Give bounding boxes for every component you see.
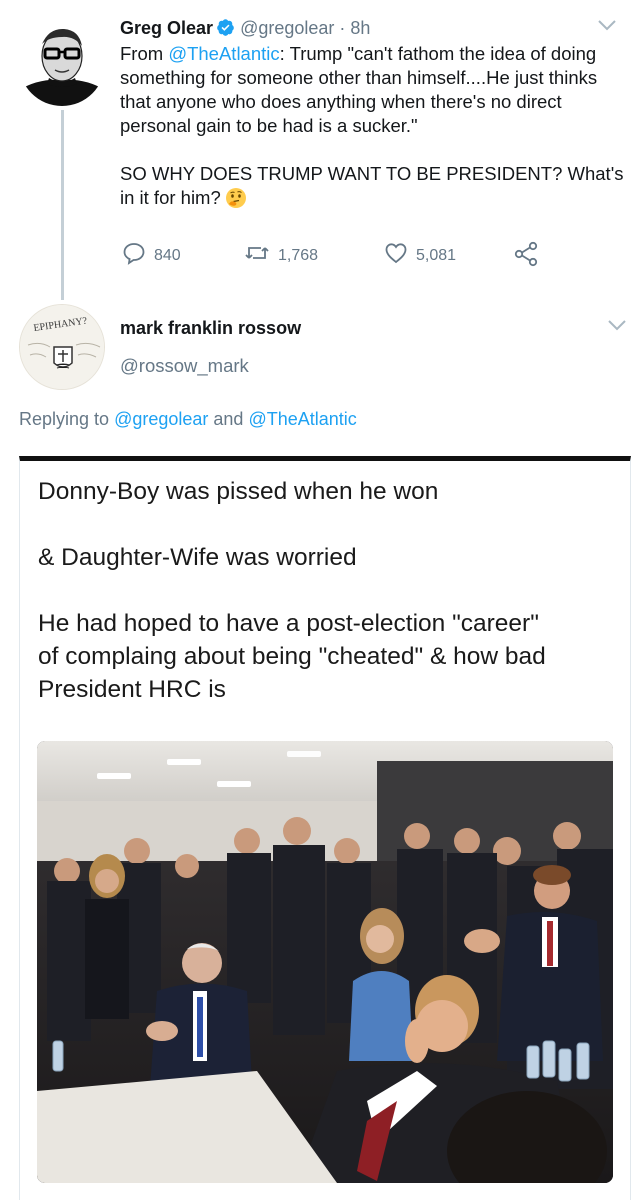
- reply-count: 840: [154, 246, 181, 264]
- reply-author-name[interactable]: mark franklin rossow: [120, 318, 301, 339]
- share-button[interactable]: [513, 241, 539, 272]
- meta-separator: ·: [339, 18, 346, 38]
- like-button[interactable]: 5,081: [384, 241, 456, 270]
- reply-menu-chevron-icon[interactable]: [607, 318, 627, 337]
- replying-to-line: Replying to @gregolear and @TheAtlantic: [19, 409, 357, 430]
- tweet-text-prefix: From: [120, 43, 169, 64]
- image-text-line-2: & Daughter-Wife was worried: [38, 544, 357, 571]
- replying-mention-theatlantic[interactable]: @TheAtlantic: [248, 409, 356, 429]
- replying-to-prefix: Replying to: [19, 409, 115, 429]
- retweet-button[interactable]: 1,768: [244, 241, 318, 270]
- retweet-count: 1,768: [278, 246, 319, 264]
- tweet-text-paragraph-1: From @TheAtlantic: Trump "can't fathom t…: [120, 42, 625, 138]
- tweet-text-paragraph-2: SO WHY DOES TRUMP WANT TO BE PRESIDENT? …: [120, 162, 625, 215]
- heart-icon: [384, 241, 408, 270]
- retweet-icon: [244, 241, 270, 270]
- verified-badge-icon: [216, 18, 235, 43]
- image-text-line-3c: President HRC is: [38, 676, 226, 703]
- replying-and: and: [208, 409, 249, 429]
- image-text-line-3b: of complaing about being "cheated" & how…: [38, 643, 546, 670]
- share-icon: [513, 241, 539, 272]
- reply-icon: [122, 241, 146, 270]
- image-caption-text: Donny-Boy was pissed when he won & Daugh…: [38, 475, 618, 706]
- author-avatar[interactable]: [19, 20, 105, 106]
- tweet-text: From @TheAtlantic: Trump "can't fathom t…: [120, 42, 625, 215]
- crowd-photo: [37, 741, 613, 1183]
- image-text-line-3a: He had hoped to have a post-election "ca…: [38, 610, 539, 637]
- epiphany-logo-icon: EPIPHANY?: [20, 305, 104, 389]
- image-text-line-1: Donny-Boy was pissed when he won: [38, 478, 439, 505]
- thread-connector-line: [61, 110, 64, 300]
- author-handle[interactable]: @gregolear: [240, 18, 334, 38]
- tweet-header: Greg Olear @gregolear · 8h: [120, 16, 370, 43]
- thinking-face-icon: [225, 187, 247, 215]
- tweet-text-question: SO WHY DOES TRUMP WANT TO BE PRESIDENT? …: [120, 163, 624, 208]
- tweet-menu-chevron-icon[interactable]: [597, 18, 617, 37]
- attached-image[interactable]: Donny-Boy was pissed when he won & Daugh…: [19, 456, 631, 1200]
- author-name[interactable]: Greg Olear: [120, 18, 213, 38]
- reply-author-handle[interactable]: @rossow_mark: [120, 355, 249, 377]
- like-count: 5,081: [416, 246, 457, 264]
- crowd-photo-image: [37, 741, 613, 1183]
- tweet-actions: 840 1,768 5,081: [120, 241, 570, 271]
- reply-button[interactable]: 840: [122, 241, 181, 270]
- author-avatar-image: [19, 20, 105, 106]
- mention-link[interactable]: @TheAtlantic: [168, 43, 279, 64]
- tweet-timestamp[interactable]: 8h: [350, 18, 370, 38]
- reply-author-avatar[interactable]: EPIPHANY?: [19, 304, 105, 390]
- replying-mention-gregolear[interactable]: @gregolear: [114, 409, 208, 429]
